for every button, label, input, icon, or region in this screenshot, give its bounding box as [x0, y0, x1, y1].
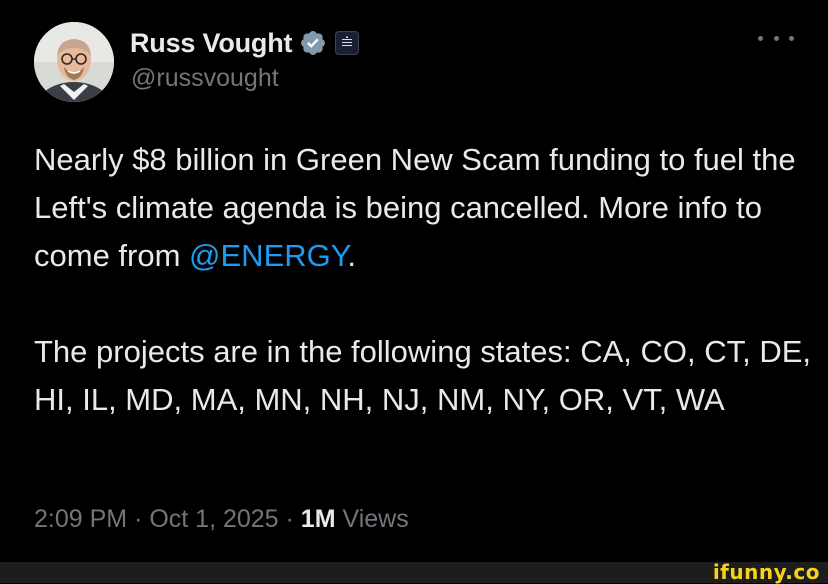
- ifunny-watermark: ifunny.co: [712, 560, 820, 584]
- watermark-bar: ifunny.co: [0, 562, 828, 583]
- verified-badge-icon[interactable]: [299, 29, 327, 57]
- author-name-row: Russ Vought: [130, 26, 360, 60]
- author-handle[interactable]: @russvought: [131, 64, 279, 93]
- tweet-time[interactable]: 2:09 PM: [34, 505, 127, 533]
- tweet-paragraph-1: Nearly $8 billion in Green New Scam fund…: [34, 136, 814, 280]
- more-dot: [758, 35, 763, 41]
- avatar-photo: [34, 22, 114, 102]
- tweet-date[interactable]: Oct 1, 2025: [149, 505, 278, 533]
- tweet-meta: 2:09 PM · Oct 1, 2025 · 1M Views: [34, 505, 409, 534]
- meta-separator: ·: [278, 505, 301, 533]
- meta-separator: ·: [127, 505, 150, 533]
- tweet-paragraph-2: The projects are in the following states…: [34, 334, 812, 417]
- more-dot: [773, 35, 779, 41]
- white-house-seal-icon[interactable]: [335, 31, 360, 55]
- tweet-paragraph-1-suffix: .: [347, 238, 357, 273]
- views-count[interactable]: 1M: [301, 505, 336, 533]
- more-dot: [789, 35, 794, 41]
- tweet-paragraph-1-text: Nearly $8 billion in Green New Scam fund…: [34, 142, 796, 273]
- author-display-name[interactable]: Russ Vought: [130, 28, 292, 59]
- more-horizontal-icon[interactable]: [758, 26, 794, 50]
- avatar[interactable]: [34, 22, 114, 102]
- tweet-text: Nearly $8 billion in Green New Scam fund…: [34, 136, 814, 424]
- views-label: Views: [335, 505, 409, 533]
- mention-link[interactable]: @ENERGY: [189, 238, 347, 273]
- tweet-card: Russ Vought @russvought Nearly $8 billio…: [0, 0, 828, 562]
